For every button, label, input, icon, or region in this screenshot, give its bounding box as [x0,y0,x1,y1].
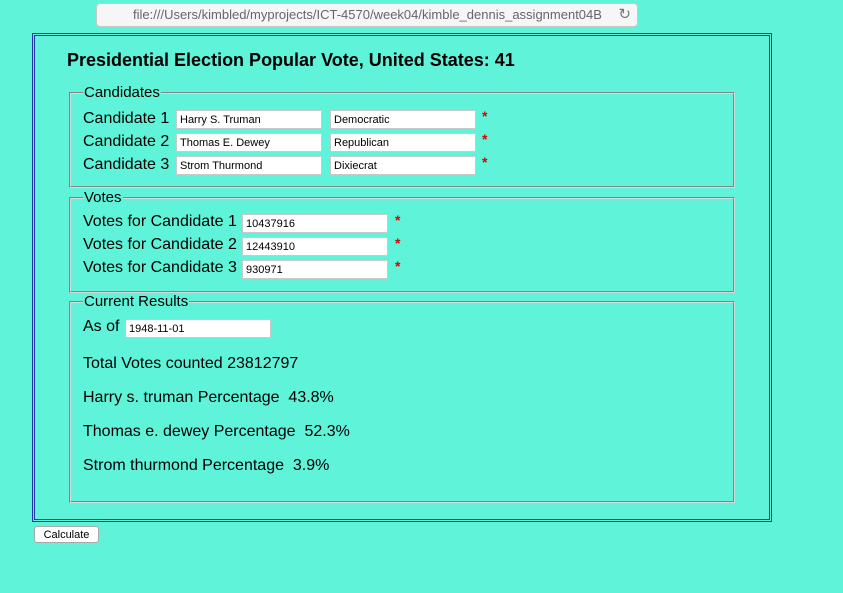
candidate-1-label: Candidate 1 [83,110,170,127]
candidate-3-party-input[interactable] [330,156,476,175]
address-bar[interactable]: file:///Users/kimbled/myprojects/ICT-457… [96,3,638,27]
candidate-2-party-input[interactable] [330,133,476,152]
votes-candidate-1-label: Votes for Candidate 1 [83,213,237,230]
total-votes-text: Total Votes counted 23812797 [83,355,299,372]
candidate-1-name-input[interactable] [176,110,322,129]
required-marker: * [395,212,401,228]
candidate-3-name-input[interactable] [176,156,322,175]
calculate-button[interactable]: Calculate [34,526,99,543]
required-marker: * [395,258,401,274]
votes-candidate-3-input[interactable] [242,260,388,279]
votes-candidate-3-label: Votes for Candidate 3 [83,259,237,276]
candidates-legend: Candidates [84,84,160,101]
candidate-1-party-input[interactable] [330,110,476,129]
votes-candidate-1-input[interactable] [242,214,388,233]
votes-legend: Votes [84,189,122,206]
required-marker: * [482,131,488,147]
candidate-2-name-input[interactable] [176,133,322,152]
url-text: file:///Users/kimbled/myprojects/ICT-457… [133,7,603,22]
results-legend: Current Results [84,293,189,310]
required-marker: * [482,108,488,124]
candidate-3-percentage: Strom thurmond Percentage 3.9% [83,457,330,474]
candidate-2-percentage: Thomas e. dewey Percentage 52.3% [83,423,350,440]
votes-candidate-2-label: Votes for Candidate 2 [83,236,237,253]
page-title: Presidential Election Popular Vote, Unit… [67,50,515,70]
required-marker: * [395,235,401,251]
reload-icon[interactable]: ↻ [618,4,631,26]
candidate-2-label: Candidate 2 [83,133,170,150]
as-of-label: As of [83,318,120,335]
votes-candidate-2-input[interactable] [242,237,388,256]
as-of-date-input[interactable] [125,319,271,338]
required-marker: * [482,154,488,170]
candidate-3-label: Candidate 3 [83,156,170,173]
candidate-1-percentage: Harry s. truman Percentage 43.8% [83,389,334,406]
